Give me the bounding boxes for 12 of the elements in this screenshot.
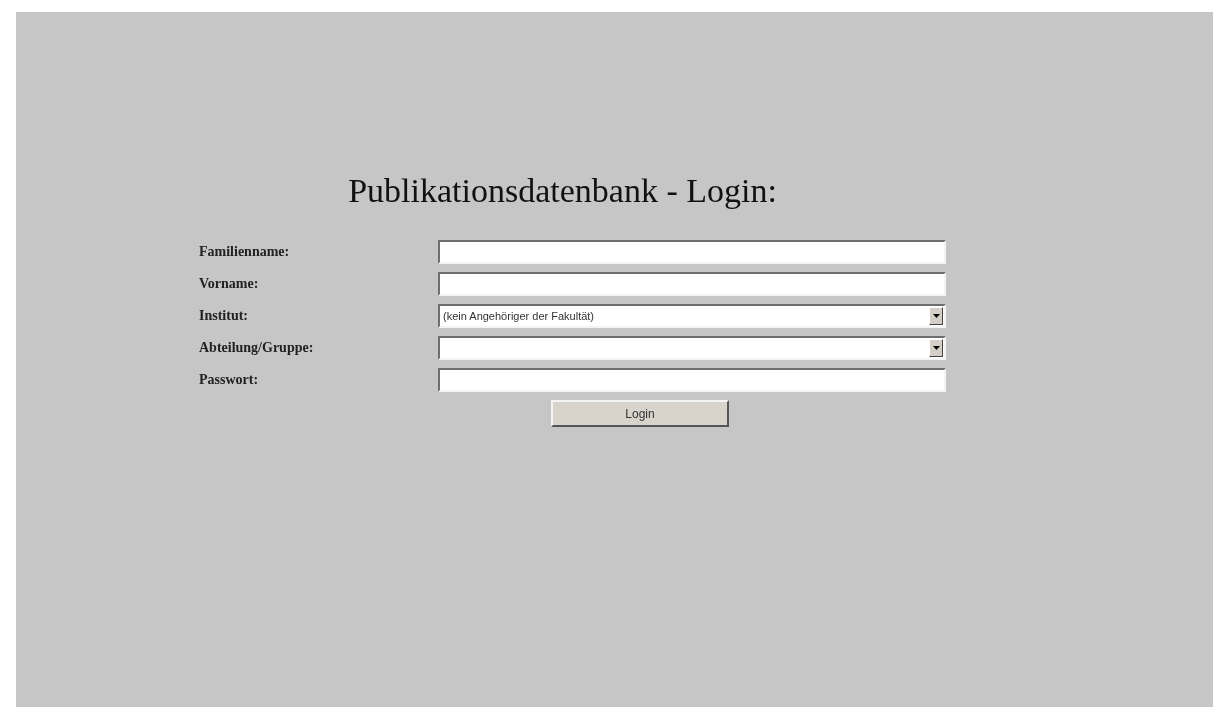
field-label: Vorname: (199, 276, 260, 292)
input-field[interactable] (438, 272, 946, 296)
field-label: Passwort: (199, 372, 260, 388)
input-field[interactable] (438, 240, 946, 264)
page-title: Publikationsdatenbank - Login: (347, 172, 778, 210)
field-label: Institut: (199, 308, 249, 324)
field-label: Abteilung/Gruppe: (199, 340, 315, 356)
password-field[interactable] (438, 368, 946, 392)
login-button[interactable]: Login (551, 400, 729, 427)
field-label: Familienname: (199, 244, 291, 260)
dropdown[interactable] (438, 336, 946, 360)
dropdown[interactable]: (kein Angehöriger der Fakultät) (438, 304, 946, 328)
